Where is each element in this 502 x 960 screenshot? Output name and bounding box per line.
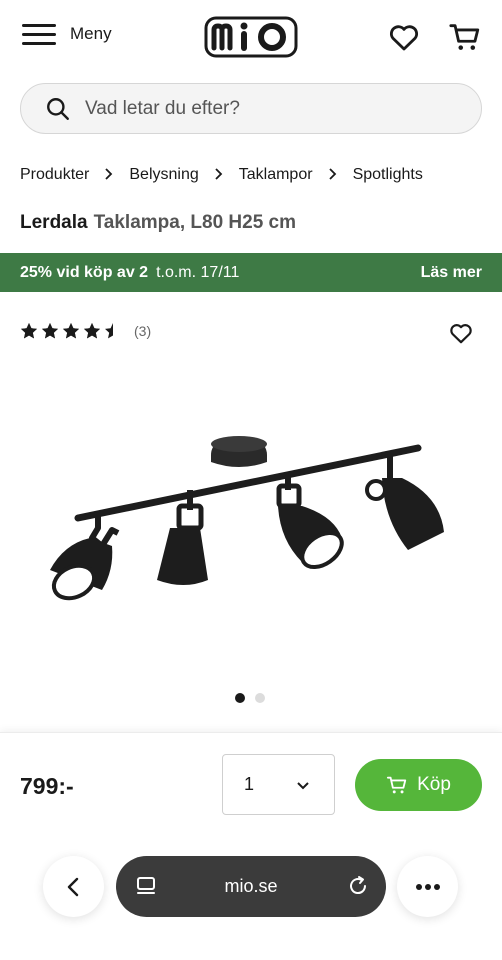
mio-logo[interactable]: [204, 16, 298, 58]
chevron-left-icon: [67, 877, 78, 896]
browser-more-button[interactable]: [397, 856, 458, 917]
product-description: Taklampa, L80 H25 cm: [93, 212, 297, 233]
site-header: Meny: [0, 0, 502, 76]
chevron-right-icon: [313, 166, 353, 184]
promo-date: t.o.m. 17/11: [156, 263, 240, 281]
product-price: 799:-: [20, 773, 74, 799]
chevron-right-icon: [199, 166, 239, 184]
chevron-right-icon: [89, 166, 129, 184]
carousel-dot[interactable]: [255, 693, 265, 703]
quantity-select[interactable]: 1: [222, 754, 335, 815]
url-text[interactable]: mio.se: [224, 876, 277, 897]
star-icon: [84, 323, 100, 339]
tabs-icon[interactable]: [134, 874, 158, 898]
rating-count: (3): [134, 323, 152, 339]
breadcrumb-item-spotlights[interactable]: Spotlights: [353, 166, 423, 184]
cart-icon[interactable]: [448, 20, 482, 54]
menu-button[interactable]: Meny: [22, 22, 112, 46]
search-input[interactable]: [85, 97, 445, 120]
cart-icon: [387, 776, 407, 794]
carousel-dot[interactable]: [235, 693, 245, 703]
menu-label: Meny: [70, 24, 112, 43]
search-bar[interactable]: [20, 83, 482, 134]
hamburger-icon: [22, 22, 56, 46]
breadcrumb-item-taklampor[interactable]: Taklampor: [239, 166, 313, 184]
product-brand: Lerdala: [20, 212, 88, 233]
product-title: Lerdala Taklampa, L80 H25 cm: [20, 212, 296, 234]
rating-stars: [20, 322, 122, 340]
star-icon: [63, 323, 79, 339]
promo-banner: 25% vid köp av 2 t.o.m. 17/11 Läs mer: [0, 253, 502, 292]
star-icon: [42, 323, 58, 339]
buy-label: Köp: [417, 774, 451, 795]
add-to-favorites-heart-icon[interactable]: [448, 320, 474, 346]
promo-read-more-link[interactable]: Läs mer: [421, 264, 482, 282]
browser-address-bar[interactable]: mio.se: [116, 856, 386, 917]
carousel-dots: [235, 693, 265, 703]
reload-icon[interactable]: [346, 874, 370, 898]
breadcrumb-item-produkter[interactable]: Produkter: [20, 166, 89, 184]
promo-deal: 25% vid köp av 2: [20, 263, 149, 281]
browser-back-button[interactable]: [43, 856, 104, 917]
product-rating[interactable]: (3): [20, 322, 151, 340]
favorites-heart-icon[interactable]: [387, 20, 421, 54]
star-icon: [105, 323, 121, 339]
star-icon: [21, 323, 37, 339]
breadcrumb-item-belysning[interactable]: Belysning: [129, 166, 198, 184]
search-icon: [47, 97, 69, 120]
purchase-bar: 799:- 1 Köp: [0, 732, 502, 960]
chevron-down-icon: [297, 782, 309, 790]
more-dots-icon: [415, 883, 440, 890]
breadcrumb: Produkter Belysning Taklampor Spotlights: [20, 166, 423, 184]
product-image[interactable]: [30, 420, 470, 620]
quantity-value: 1: [244, 774, 255, 794]
buy-button[interactable]: Köp: [355, 759, 482, 811]
